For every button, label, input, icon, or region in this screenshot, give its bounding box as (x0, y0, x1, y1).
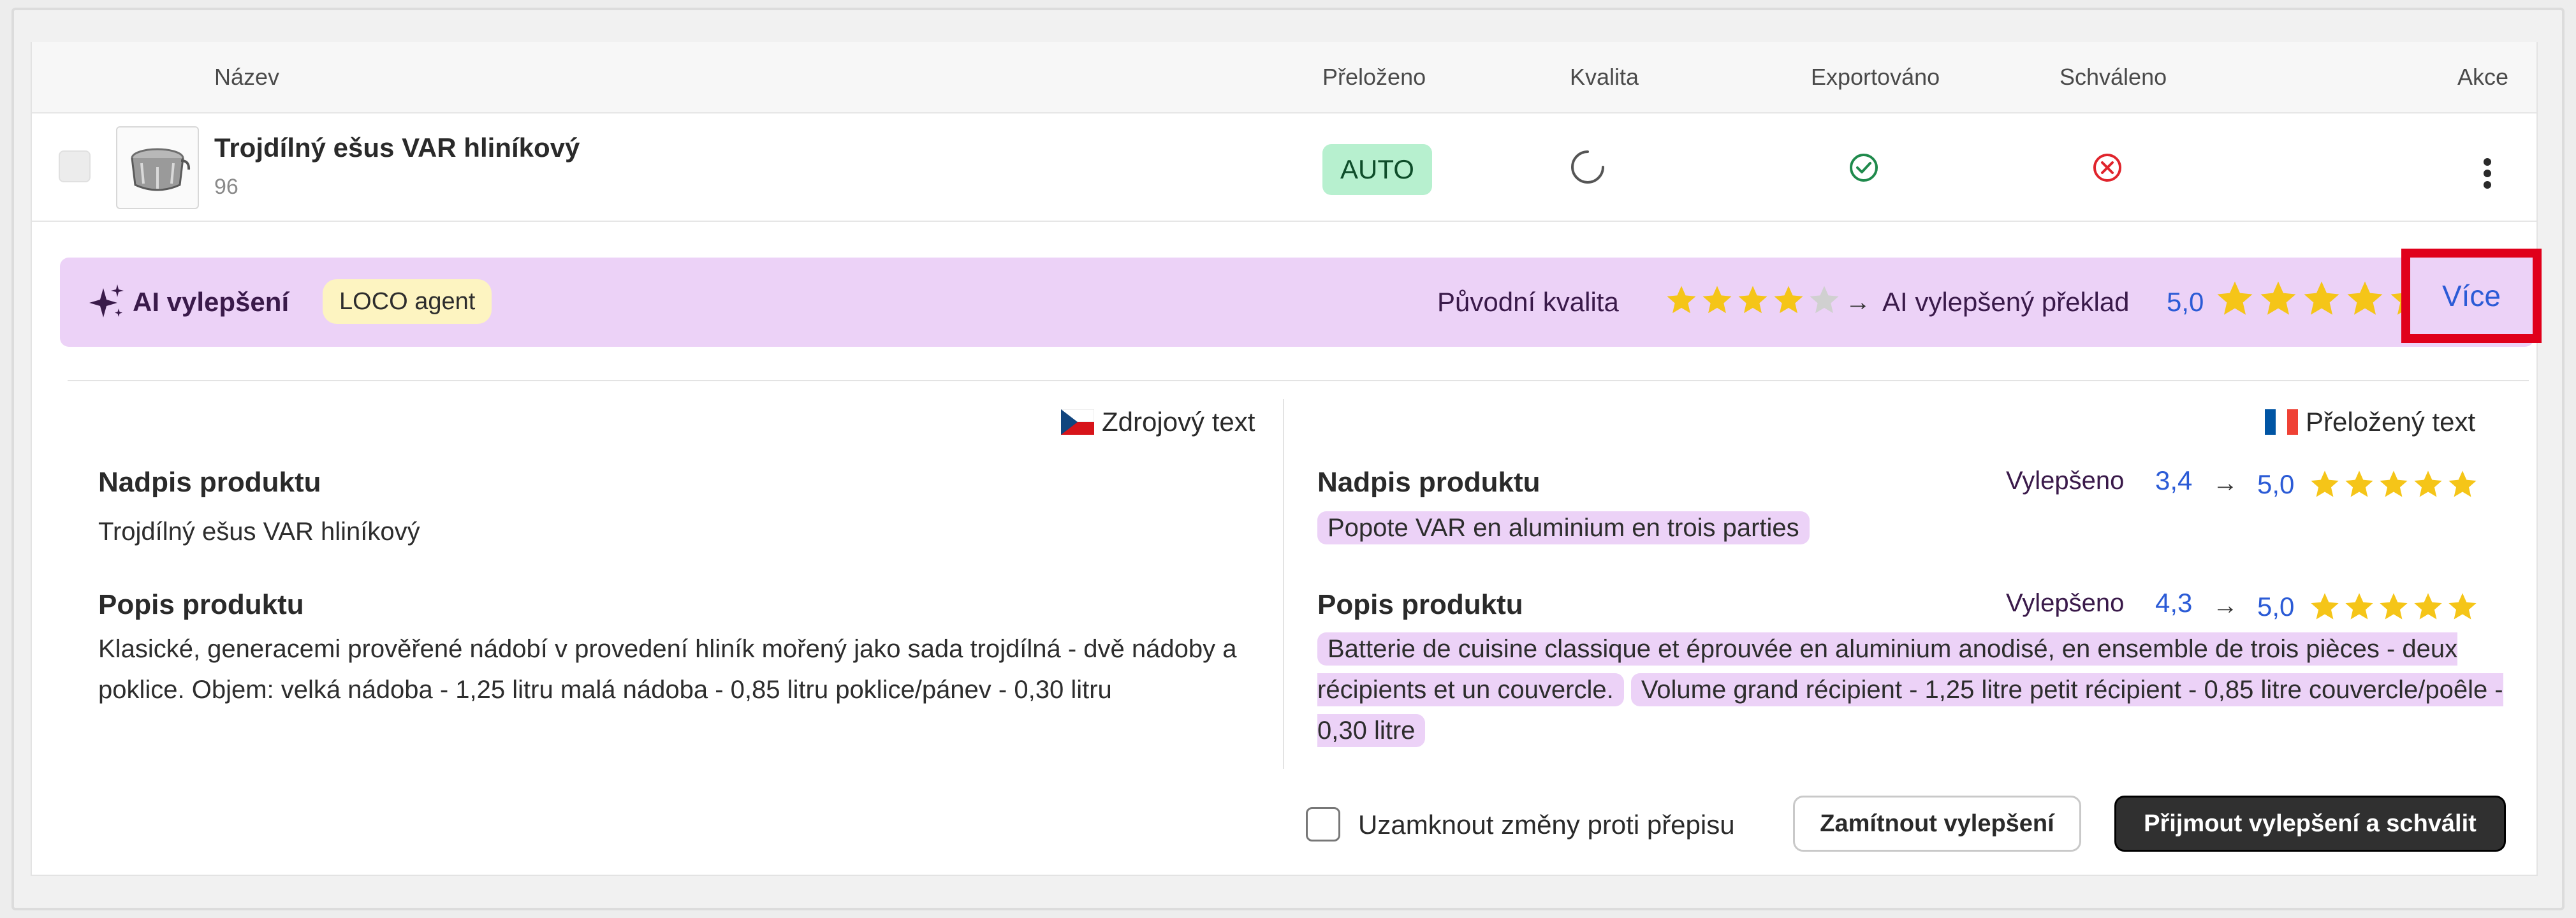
source-title-text: Trojdílný ešus VAR hliníkový (98, 518, 420, 546)
title-score-after: 5,0 (2257, 469, 2295, 499)
translated-description-text[interactable]: Batterie de cuisine classique et éprouvé… (1317, 629, 2529, 751)
star-empty-icon (1807, 283, 1841, 321)
translated-title-highlight[interactable]: Popote VAR en aluminium en trois parties (1317, 511, 1810, 544)
translated-badge: AUTO (1322, 144, 1432, 195)
translated-title-text[interactable]: Popote VAR en aluminium en trois parties (1317, 507, 1810, 548)
pot-image-icon (131, 148, 191, 191)
star-filled-icon (2377, 468, 2410, 504)
star-filled-icon (2377, 590, 2410, 627)
star-filled-icon (2308, 590, 2341, 627)
ai-quality-stars (2214, 278, 2429, 323)
star-filled-icon (2411, 468, 2445, 504)
table-row[interactable]: Trojdílný ešus VAR hliníkový 96 AUTO (32, 113, 2536, 222)
cz-flag-icon (1061, 409, 1094, 435)
loading-spinner-icon (1571, 150, 1604, 184)
translated-title-section: Nadpis produktu (1317, 467, 1540, 498)
product-name[interactable]: Trojdílný ešus VAR hliníkový (214, 133, 580, 163)
product-panel: Název Přeloženo Kvalita Exportováno Schv… (31, 42, 2542, 876)
star-filled-icon (2301, 278, 2343, 323)
product-thumbnail[interactable] (116, 126, 199, 209)
ai-translation-label: AI vylepšený překlad (1882, 287, 2130, 317)
description-improved-label: Vylepšeno (2006, 589, 2125, 617)
agent-badge: LOCO agent (323, 279, 492, 324)
col-approved[interactable]: Schváleno (2060, 64, 2167, 91)
col-quality[interactable]: Kvalita (1570, 64, 1639, 91)
star-filled-icon (2257, 278, 2299, 323)
star-filled-icon (2214, 278, 2256, 323)
more-link[interactable]: Více (2401, 249, 2542, 343)
star-filled-icon (2411, 590, 2445, 627)
ai-title: AI vylepšení (133, 287, 289, 317)
source-header: Zdrojový text (1061, 407, 1255, 437)
fr-flag-icon (2265, 409, 2298, 435)
star-filled-icon (2344, 278, 2386, 323)
star-filled-icon (2343, 468, 2376, 504)
description-stars (2308, 590, 2479, 627)
lock-changes-label[interactable]: Uzamknout změny proti přepisu (1358, 810, 1735, 840)
description-arrow-icon: → (2213, 592, 2238, 620)
description-score-before: 4,3 (2155, 588, 2193, 618)
row-checkbox[interactable] (59, 150, 91, 182)
kebab-menu-icon[interactable] (2478, 156, 2497, 194)
star-filled-icon (2446, 590, 2479, 627)
source-description-section: Popis produktu (98, 589, 304, 620)
translated-header: Přeložený text (2265, 407, 2475, 437)
arrow-icon: → (1845, 288, 1871, 316)
lock-changes-checkbox[interactable] (1306, 807, 1340, 841)
reject-improvement-button[interactable]: Zamítnout vylepšení (1793, 796, 2081, 852)
product-id: 96 (214, 175, 238, 199)
translated-description-section: Popis produktu (1317, 589, 1523, 620)
title-stars (2308, 468, 2479, 504)
star-filled-icon (1664, 283, 1699, 321)
original-quality-label: Původní kvalita (1437, 287, 1619, 317)
ai-score: 5,0 (2167, 287, 2204, 317)
star-filled-icon (2446, 468, 2479, 504)
check-circle-icon (1850, 154, 1878, 182)
col-translated[interactable]: Přeloženo (1322, 64, 1426, 91)
source-description-text: Klasické, generacemi prověřené nádobí v … (98, 635, 1237, 704)
ai-improvement-banner: AI vylepšení LOCO agent Původní kvalita … (60, 258, 2534, 347)
star-filled-icon (2343, 590, 2376, 627)
col-name[interactable]: Název (214, 64, 279, 91)
source-title-section: Nadpis produktu (98, 467, 321, 498)
table-header: Název Přeloženo Kvalita Exportováno Schv… (32, 42, 2536, 113)
original-quality-stars (1664, 283, 1841, 321)
divider (68, 380, 2529, 381)
title-improved-label: Vylepšeno (2006, 467, 2125, 495)
col-exported[interactable]: Exportováno (1811, 64, 1940, 91)
star-filled-icon (2308, 468, 2341, 504)
star-filled-icon (1700, 283, 1734, 321)
description-score-after: 5,0 (2257, 592, 2295, 622)
source-header-label: Zdrojový text (1102, 407, 1255, 437)
star-filled-icon (1771, 283, 1806, 321)
column-divider (1283, 399, 1284, 769)
accept-and-approve-button[interactable]: Přijmout vylepšení a schválit (2114, 796, 2506, 852)
star-filled-icon (1736, 283, 1770, 321)
title-arrow-icon: → (2213, 469, 2238, 497)
col-actions: Akce (2457, 64, 2509, 90)
title-score-before: 3,4 (2155, 465, 2193, 495)
x-circle-icon (2093, 154, 2121, 182)
translated-header-label: Přeložený text (2306, 407, 2476, 437)
sparkle-icon (89, 284, 124, 317)
